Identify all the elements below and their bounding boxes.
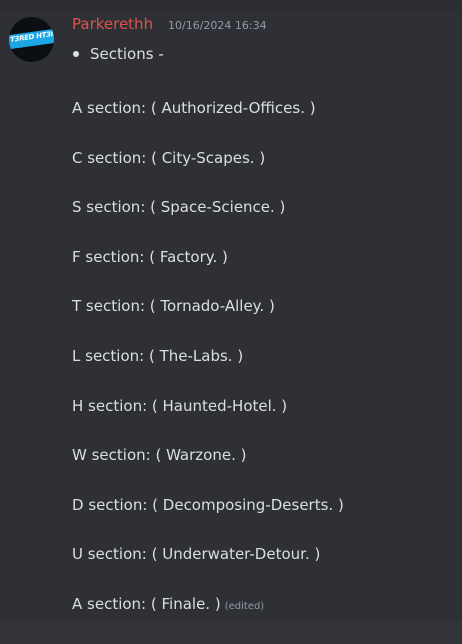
bullet-dot-icon (73, 51, 79, 57)
avatar[interactable]: T3RED HT3IN (9, 17, 54, 62)
section-list: A section: ( Authorized-Offices. ) C sec… (72, 98, 344, 644)
bullet-text: Sections - (90, 45, 164, 63)
section-line: W section: ( Warzone. ) (72, 446, 247, 465)
edited-label: (edited) (224, 600, 265, 612)
section-line: C section: ( City-Scapes. ) (72, 148, 266, 167)
section-line: H section: ( Haunted-Hotel. ) (72, 396, 288, 415)
author-name[interactable]: Parkerethh (72, 15, 153, 33)
section-line: U section: ( Underwater-Detour. ) (72, 545, 321, 564)
section-line: T section: ( Tornado-Alley. ) (72, 297, 275, 316)
top-strip (0, 0, 462, 10)
section-line: S section: ( Space-Science. ) (72, 198, 286, 217)
section-line: D section: ( Decomposing-Deserts. ) (72, 495, 344, 514)
timestamp[interactable]: 10/16/2024 16:34 (168, 19, 267, 32)
section-line-final: A section: ( Finale. ) (edited) (72, 594, 265, 613)
chat-message: T3RED HT3IN Parkerethh 10/16/2024 16:34 … (0, 10, 462, 621)
bullet-item: Sections - (72, 45, 164, 63)
section-line: L section: ( The-Labs. ) (72, 346, 244, 365)
section-line: A section: ( Authorized-Offices. ) (72, 99, 316, 117)
section-line: F section: ( Factory. ) (72, 247, 228, 266)
